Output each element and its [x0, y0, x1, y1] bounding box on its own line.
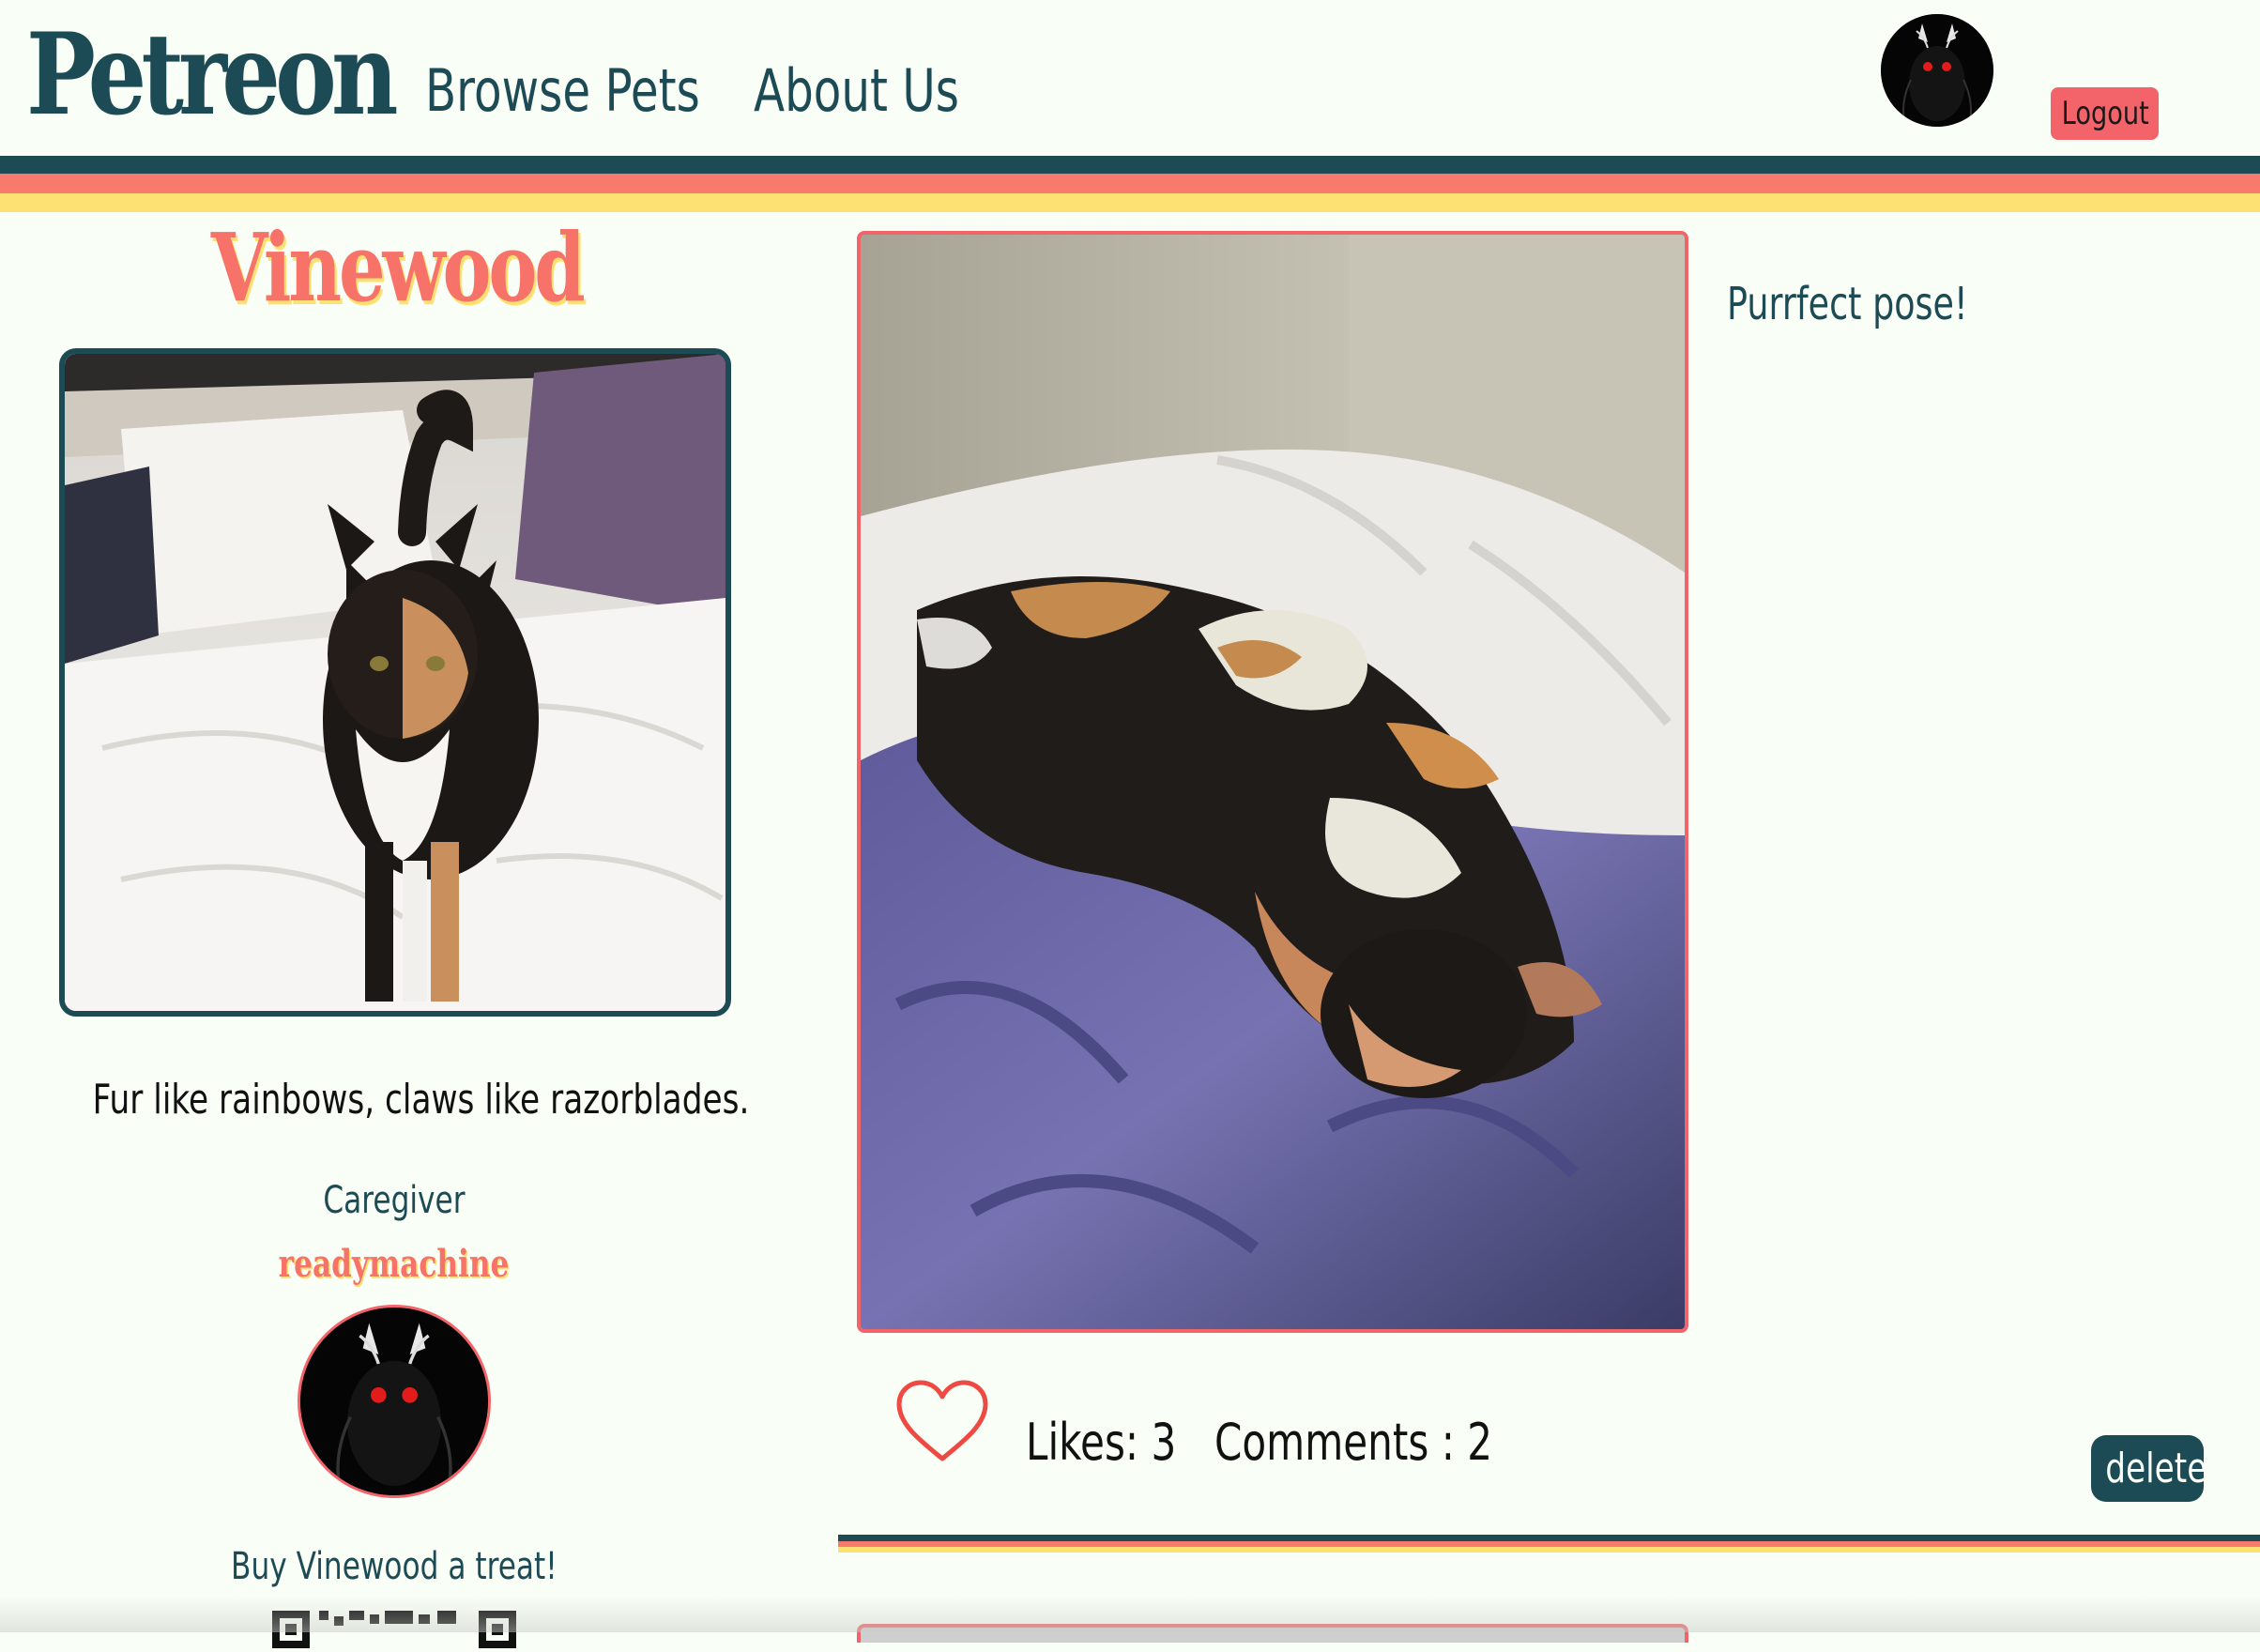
logout-button[interactable]: Logout	[2051, 87, 2159, 140]
pet-bio: Fur like rainbows, claws like razorblade…	[0, 1076, 788, 1124]
site-logo[interactable]: Petreon	[26, 13, 399, 137]
heart-outline-icon	[896, 1380, 988, 1461]
buy-treat-text: Buy Vinewood a treat!	[231, 1545, 557, 1588]
caregiver-username-link[interactable]: readymachine	[0, 1242, 788, 1286]
pet-bio-text: Fur like rainbows, claws like razorblade…	[92, 1076, 750, 1124]
site-header: Petreon Browse Pets About Us Logout	[0, 0, 2260, 156]
comments-count-link[interactable]: Comments : 2	[1214, 1413, 1492, 1472]
post-caption: Purrfect pose!	[1727, 278, 1968, 330]
post-photo[interactable]	[857, 231, 1688, 1333]
buy-treat-label: Buy Vinewood a treat!	[0, 1545, 788, 1588]
qr-code-icon[interactable]	[272, 1611, 516, 1648]
likes-count: Likes: 3	[1026, 1413, 1177, 1472]
caregiver-avatar[interactable]	[298, 1305, 491, 1498]
pet-profile-photo	[59, 348, 731, 1017]
qr-code-image	[272, 1611, 516, 1648]
delete-post-button[interactable]: delete	[2091, 1435, 2207, 1502]
pet-name-heading: Vinewood	[0, 214, 793, 322]
moth-avatar-icon	[300, 1308, 488, 1495]
post-image	[861, 235, 1685, 1329]
moth-avatar-icon	[1881, 14, 1993, 127]
header-stripe-teal	[0, 156, 2260, 174]
header-stripe-yellow	[0, 193, 2260, 212]
caregiver-label-text: Caregiver	[323, 1179, 466, 1222]
like-button[interactable]	[893, 1378, 991, 1464]
user-avatar[interactable]	[1881, 14, 1993, 127]
logout-label: Logout	[2061, 95, 2149, 132]
post-divider-yellow	[838, 1547, 2260, 1553]
delete-label: delete	[2105, 1445, 2207, 1492]
pet-name-text: Vinewood	[210, 212, 586, 323]
nav-about-us[interactable]: About Us	[754, 56, 959, 125]
pet-profile-image	[65, 354, 725, 1011]
nav-browse-pets[interactable]: Browse Pets	[425, 56, 700, 125]
caregiver-username-text: readymachine	[279, 1242, 510, 1286]
next-post-photo[interactable]	[857, 1624, 1688, 1643]
caregiver-label: Caregiver	[0, 1179, 788, 1222]
post-divider-teal	[838, 1535, 2260, 1541]
header-stripe-coral	[0, 174, 2260, 193]
